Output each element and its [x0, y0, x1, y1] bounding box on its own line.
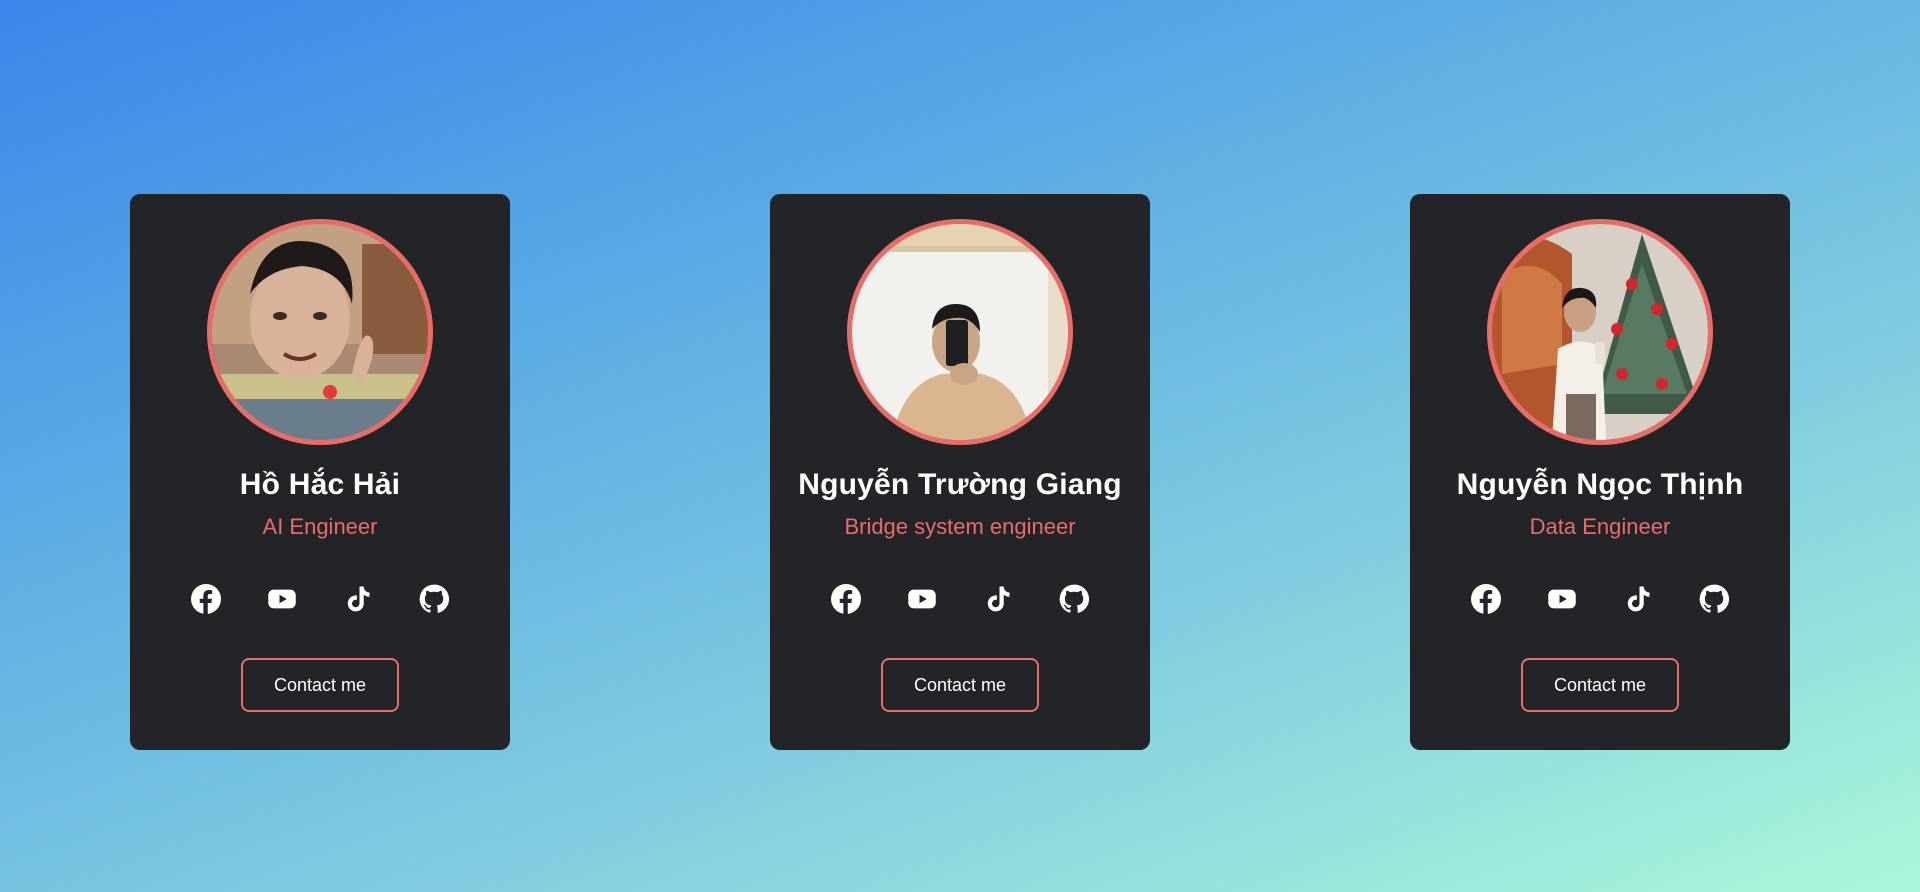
tiktok-icon[interactable]: [343, 584, 373, 614]
avatar: [847, 219, 1073, 445]
facebook-icon[interactable]: [831, 584, 861, 614]
social-links: [770, 584, 1150, 614]
avatar-photo: [1492, 224, 1708, 440]
social-links: [130, 584, 510, 614]
github-icon[interactable]: [1059, 584, 1089, 614]
profile-role: Data Engineer: [1529, 514, 1671, 539]
youtube-icon[interactable]: [267, 584, 297, 614]
contact-button[interactable]: Contact me: [881, 658, 1039, 712]
profile-name: Nguyễn Ngọc Thịnh: [1456, 468, 1744, 501]
avatar-photo: [852, 224, 1068, 440]
profile-card-2: Nguyễn Trường Giang Bridge system engine…: [770, 194, 1150, 750]
tiktok-icon[interactable]: [1623, 584, 1653, 614]
social-links: [1410, 584, 1790, 614]
profile-name: Hồ Hắc Hải: [239, 468, 401, 501]
avatar: [207, 219, 433, 445]
facebook-icon[interactable]: [1471, 584, 1501, 614]
profile-name: Nguyễn Trường Giang: [798, 468, 1122, 501]
contact-button[interactable]: Contact me: [1521, 658, 1679, 712]
profile-role: AI Engineer: [262, 514, 378, 539]
profile-card-1: Hồ Hắc Hải AI Engineer Contact me: [130, 194, 510, 750]
avatar: [1487, 219, 1713, 445]
avatar-photo: [212, 224, 428, 440]
github-icon[interactable]: [1699, 584, 1729, 614]
youtube-icon[interactable]: [907, 584, 937, 614]
facebook-icon[interactable]: [191, 584, 221, 614]
contact-button[interactable]: Contact me: [241, 658, 399, 712]
youtube-icon[interactable]: [1547, 584, 1577, 614]
github-icon[interactable]: [419, 584, 449, 614]
profile-role: Bridge system engineer: [844, 514, 1076, 539]
profile-card-3: Nguyễn Ngọc Thịnh Data Engineer Contact …: [1410, 194, 1790, 750]
tiktok-icon[interactable]: [983, 584, 1013, 614]
